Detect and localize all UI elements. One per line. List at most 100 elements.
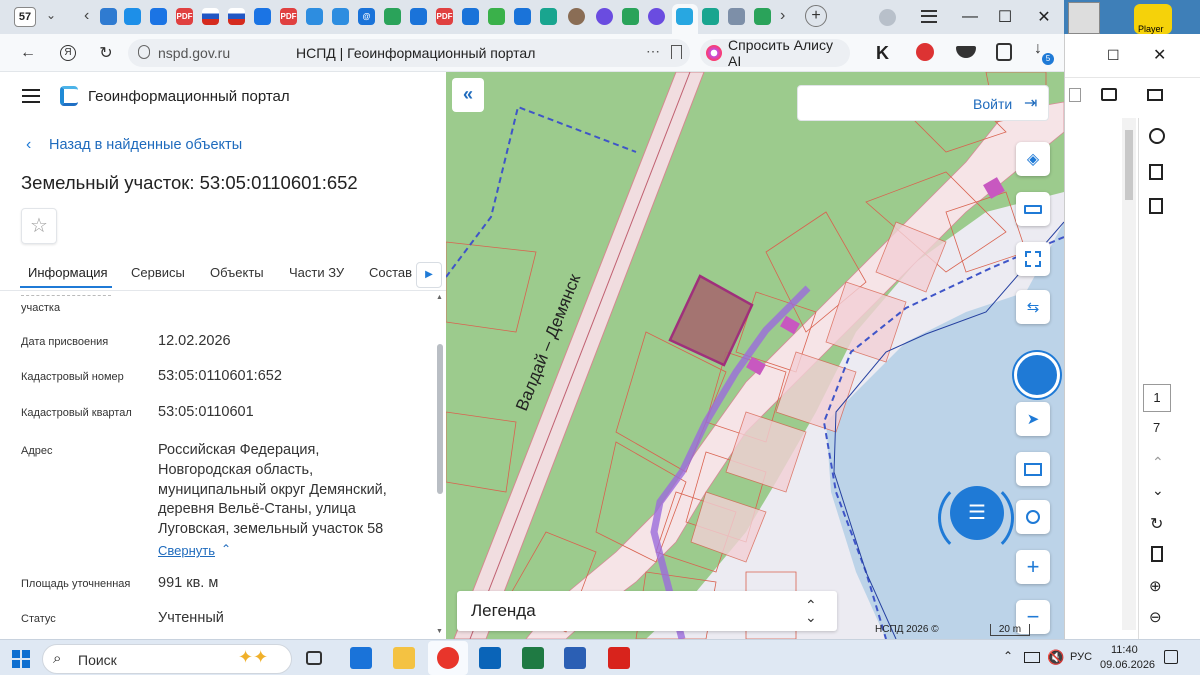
tab-favicon-icon[interactable] [514, 8, 531, 25]
zoom-in-button[interactable]: + [1016, 550, 1050, 584]
show-hidden-icons[interactable]: ⌃ [1003, 649, 1013, 663]
zoom-out-icon[interactable]: ⊖ [1149, 608, 1162, 626]
acrobat-icon[interactable] [608, 647, 630, 669]
scroll-down-icon[interactable]: ▼ [436, 628, 443, 635]
language-indicator[interactable]: РУС [1070, 651, 1092, 663]
profile-avatar-icon[interactable] [879, 9, 896, 26]
yandex-logo-icon[interactable]: Я [56, 42, 80, 64]
page-number-input[interactable]: 1 [1143, 384, 1171, 412]
page-up-icon[interactable]: ⌃ [1152, 454, 1164, 471]
map-view[interactable]: Валдай – Демянск « Войти ⇥ ◈ ⇆ ➤ + − ☰ Л… [446, 72, 1064, 639]
network-icon[interactable] [1024, 652, 1040, 663]
task-view-icon[interactable] [306, 651, 322, 665]
tab-services[interactable]: Сервисы [131, 265, 185, 280]
bookmark-icon[interactable] [671, 45, 682, 59]
scroll-up-icon[interactable]: ▲ [436, 294, 443, 301]
maximize-button[interactable]: ☐ [990, 4, 1020, 30]
hamburger-menu-icon[interactable] [22, 89, 40, 103]
favorite-button[interactable]: ☆ [21, 208, 57, 244]
yandex-browser-icon[interactable] [437, 647, 459, 669]
portal-logo-icon[interactable] [60, 86, 78, 106]
tab-information[interactable]: Информация [28, 265, 108, 280]
excel-icon[interactable] [522, 647, 544, 669]
close-button[interactable]: ✕ [1029, 4, 1059, 30]
tab-favicon-icon[interactable] [410, 8, 427, 25]
site-info-icon[interactable] [138, 45, 150, 59]
chevron-up-icon[interactable]: ⌃ [221, 542, 231, 556]
minimize-button[interactable]: — [955, 4, 985, 30]
url-field[interactable]: nspd.gov.ru НСПД | Геоинформационный пор… [128, 39, 690, 67]
tab-favicon-icon[interactable] [568, 8, 585, 25]
panel-scrollbar[interactable]: ▲ ▼ [436, 292, 444, 638]
back-to-results-link[interactable]: Назад в найденные объекты [49, 137, 242, 153]
tab-favicon-icon[interactable] [728, 8, 745, 25]
tab-favicon-icon[interactable] [702, 8, 719, 25]
extension-icon[interactable] [916, 43, 934, 61]
tab-composition[interactable]: Состав [369, 265, 412, 280]
pages-icon[interactable] [1149, 198, 1163, 214]
mail-favicon-icon[interactable] [254, 8, 271, 25]
notifications-icon[interactable] [1164, 650, 1178, 664]
scroll-tabs-right-icon[interactable]: › [780, 7, 785, 25]
share-button[interactable]: ⇆ [1016, 290, 1050, 324]
measure-button[interactable] [1016, 192, 1050, 226]
collapse-link[interactable]: Свернуть [158, 543, 215, 558]
page-down-icon[interactable]: ⌄ [1152, 482, 1164, 499]
reload-button[interactable]: ↻ [94, 42, 118, 64]
tab-favicon-icon[interactable] [754, 8, 771, 25]
maximize-button[interactable]: ☐ [1107, 47, 1120, 64]
rotate-icon[interactable]: ↻ [1150, 514, 1163, 534]
new-tab-button[interactable]: + [805, 5, 827, 27]
pdf-favicon-icon[interactable]: PDF [280, 8, 297, 25]
mail-icon[interactable] [1147, 89, 1163, 101]
ask-alice-button[interactable]: Спросить Алису AI [700, 37, 850, 69]
scrollbar-thumb[interactable] [437, 344, 443, 494]
tab-parts[interactable]: Части ЗУ [289, 265, 344, 280]
store-icon[interactable] [350, 647, 372, 669]
tab-favicon-icon[interactable] [124, 8, 141, 25]
word-icon[interactable] [564, 647, 586, 669]
menu-icon[interactable] [921, 10, 937, 23]
viewer-scrollbar[interactable] [1122, 118, 1136, 630]
tab-favicon-icon[interactable] [384, 8, 401, 25]
outlook-icon[interactable] [479, 647, 501, 669]
tab-favicon-icon[interactable] [332, 8, 349, 25]
tabs-scroll-right-button[interactable]: ▶ [416, 262, 442, 288]
navigate-button[interactable]: ➤ [1016, 402, 1050, 436]
bookmark-list-icon[interactable] [1149, 164, 1163, 180]
more-icon[interactable]: ⋯ [646, 43, 660, 60]
file-explorer-icon[interactable] [393, 647, 415, 669]
flag-favicon-icon[interactable] [202, 8, 219, 25]
back-chevron-icon[interactable]: ‹ [26, 136, 31, 154]
map-tools-button[interactable] [1014, 352, 1060, 398]
login-button[interactable]: Войти ⇥ [797, 85, 1049, 121]
annotation-icon[interactable] [1149, 128, 1165, 144]
back-button[interactable]: ← [16, 42, 40, 64]
tab-favicon-icon[interactable] [100, 8, 117, 25]
search-point-button[interactable] [1016, 500, 1050, 534]
close-button[interactable]: ✕ [1153, 45, 1166, 65]
tab-favicon-icon[interactable] [306, 8, 323, 25]
at-favicon-icon[interactable]: @ [358, 8, 375, 25]
extension-icon[interactable] [996, 43, 1012, 61]
extension-icon[interactable]: K [876, 43, 889, 64]
save-icon[interactable] [1069, 88, 1081, 102]
chat-button[interactable]: ☰ [950, 486, 1004, 540]
clock-time[interactable]: 11:40 [1111, 644, 1138, 656]
layers-button[interactable]: ◈ [1016, 142, 1050, 176]
tab-count-badge[interactable]: 57 [14, 7, 36, 27]
tab-favicon-icon[interactable] [462, 8, 479, 25]
tab-favicon-icon[interactable] [622, 8, 639, 25]
volume-icon[interactable]: 🔇 [1047, 649, 1064, 666]
collapse-panel-button[interactable]: « [452, 78, 484, 112]
tab-objects[interactable]: Объекты [210, 265, 264, 280]
minimap-button[interactable] [1016, 452, 1050, 486]
pdf-favicon-icon[interactable]: PDF [176, 8, 193, 25]
zoom-in-icon[interactable]: ⊕ [1149, 577, 1162, 595]
legend-dropdown[interactable]: Легенда ⌃ ⌄ [457, 591, 837, 631]
extension-icon[interactable] [956, 46, 976, 58]
taskbar-search-box[interactable]: ⌕ Поиск ✦✦ [42, 644, 292, 674]
start-button[interactable] [12, 650, 30, 668]
document-icon[interactable] [1151, 546, 1163, 562]
tab-list-chevron-icon[interactable]: ⌄ [46, 8, 56, 22]
